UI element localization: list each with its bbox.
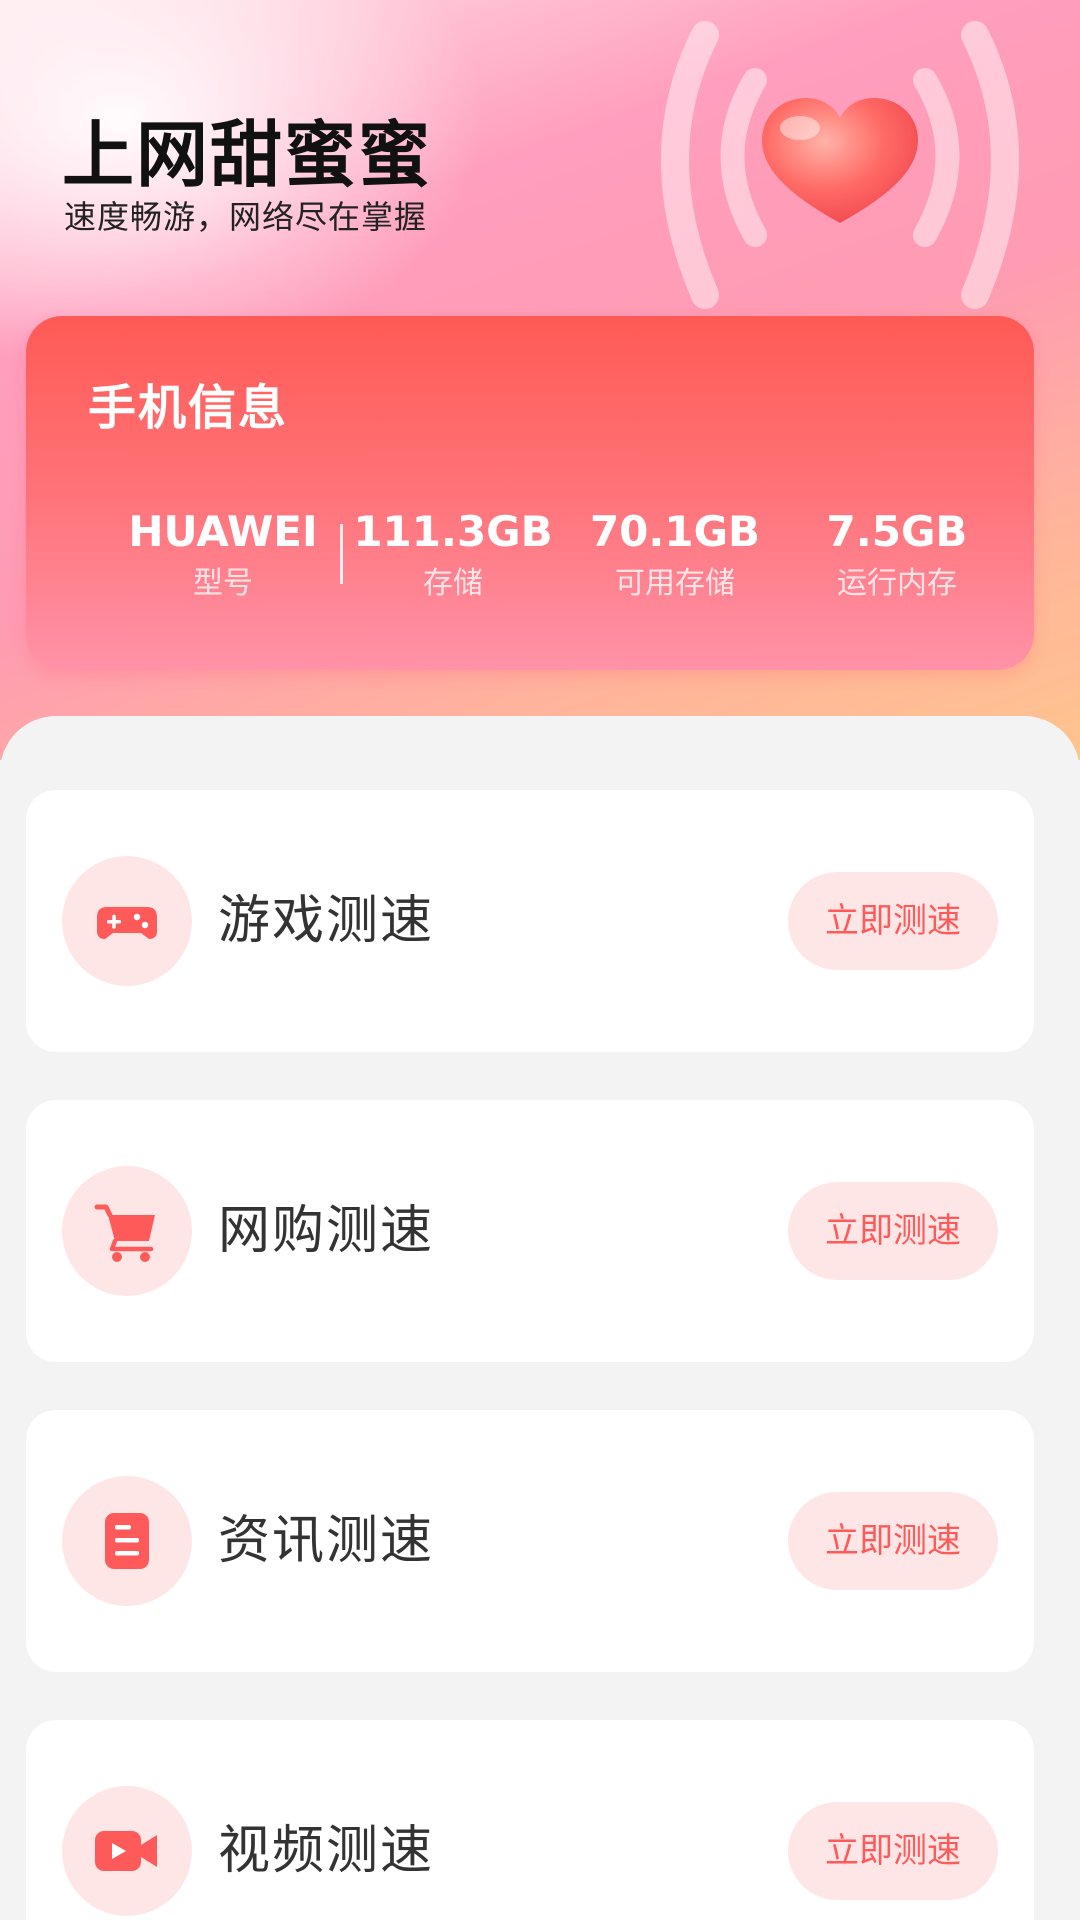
stat-available-storage-value: 70.1GB — [589, 507, 761, 556]
stat-storage-value: 111.3GB — [353, 507, 553, 556]
app-title: 上网甜蜜蜜 — [62, 113, 433, 197]
shopping-cart-icon — [94, 1204, 155, 1262]
stat-ram-value: 7.5GB — [826, 507, 968, 556]
shopping-speed-card[interactable]: 网购测速 立即测速 — [26, 1100, 1034, 1362]
game-icon-circle — [62, 856, 192, 986]
game-speed-test-button[interactable]: 立即测速 — [788, 872, 998, 970]
game-speed-card[interactable]: 游戏测速 立即测速 — [26, 790, 1034, 1052]
stat-storage-label: 存储 — [423, 566, 483, 601]
stat-model-value: HUAWEI — [128, 507, 318, 556]
news-icon-circle — [62, 1476, 192, 1606]
app-subtitle: 速度畅游，网络尽在掌握 — [64, 198, 428, 236]
phone-info-card: 手机信息 HUAWEI 型号 111.3GB 存储 70.1GB 可用存储 7.… — [26, 316, 1034, 670]
video-speed-label: 视频测速 — [218, 1821, 435, 1881]
video-camera-icon — [95, 1831, 157, 1871]
stat-available-storage-label: 可用存储 — [615, 566, 735, 601]
game-speed-label: 游戏测速 — [218, 891, 435, 951]
gamepad-icon — [97, 907, 157, 939]
stat-ram-label: 运行内存 — [837, 566, 957, 601]
news-speed-card[interactable]: 资讯测速 立即测速 — [26, 1410, 1034, 1672]
video-icon-circle — [62, 1786, 192, 1916]
stat-storage: 111.3GB 存储 — [338, 506, 568, 604]
document-icon — [105, 1513, 149, 1569]
shopping-speed-label: 网购测速 — [218, 1201, 435, 1261]
news-speed-test-button[interactable]: 立即测速 — [788, 1492, 998, 1590]
video-speed-test-button[interactable]: 立即测速 — [788, 1802, 998, 1900]
stat-model-label: 型号 — [193, 566, 253, 601]
stat-ram: 7.5GB 运行内存 — [782, 506, 1012, 604]
stat-model: HUAWEI 型号 — [108, 506, 338, 604]
heart-signal-icon — [661, 21, 1019, 309]
stat-available-storage: 70.1GB 可用存储 — [560, 506, 790, 604]
news-speed-label: 资讯测速 — [218, 1511, 435, 1571]
shopping-speed-test-button[interactable]: 立即测速 — [788, 1182, 998, 1280]
shopping-icon-circle — [62, 1166, 192, 1296]
video-speed-card[interactable]: 视频测速 立即测速 — [26, 1720, 1034, 1920]
phone-info-title: 手机信息 — [88, 380, 289, 436]
